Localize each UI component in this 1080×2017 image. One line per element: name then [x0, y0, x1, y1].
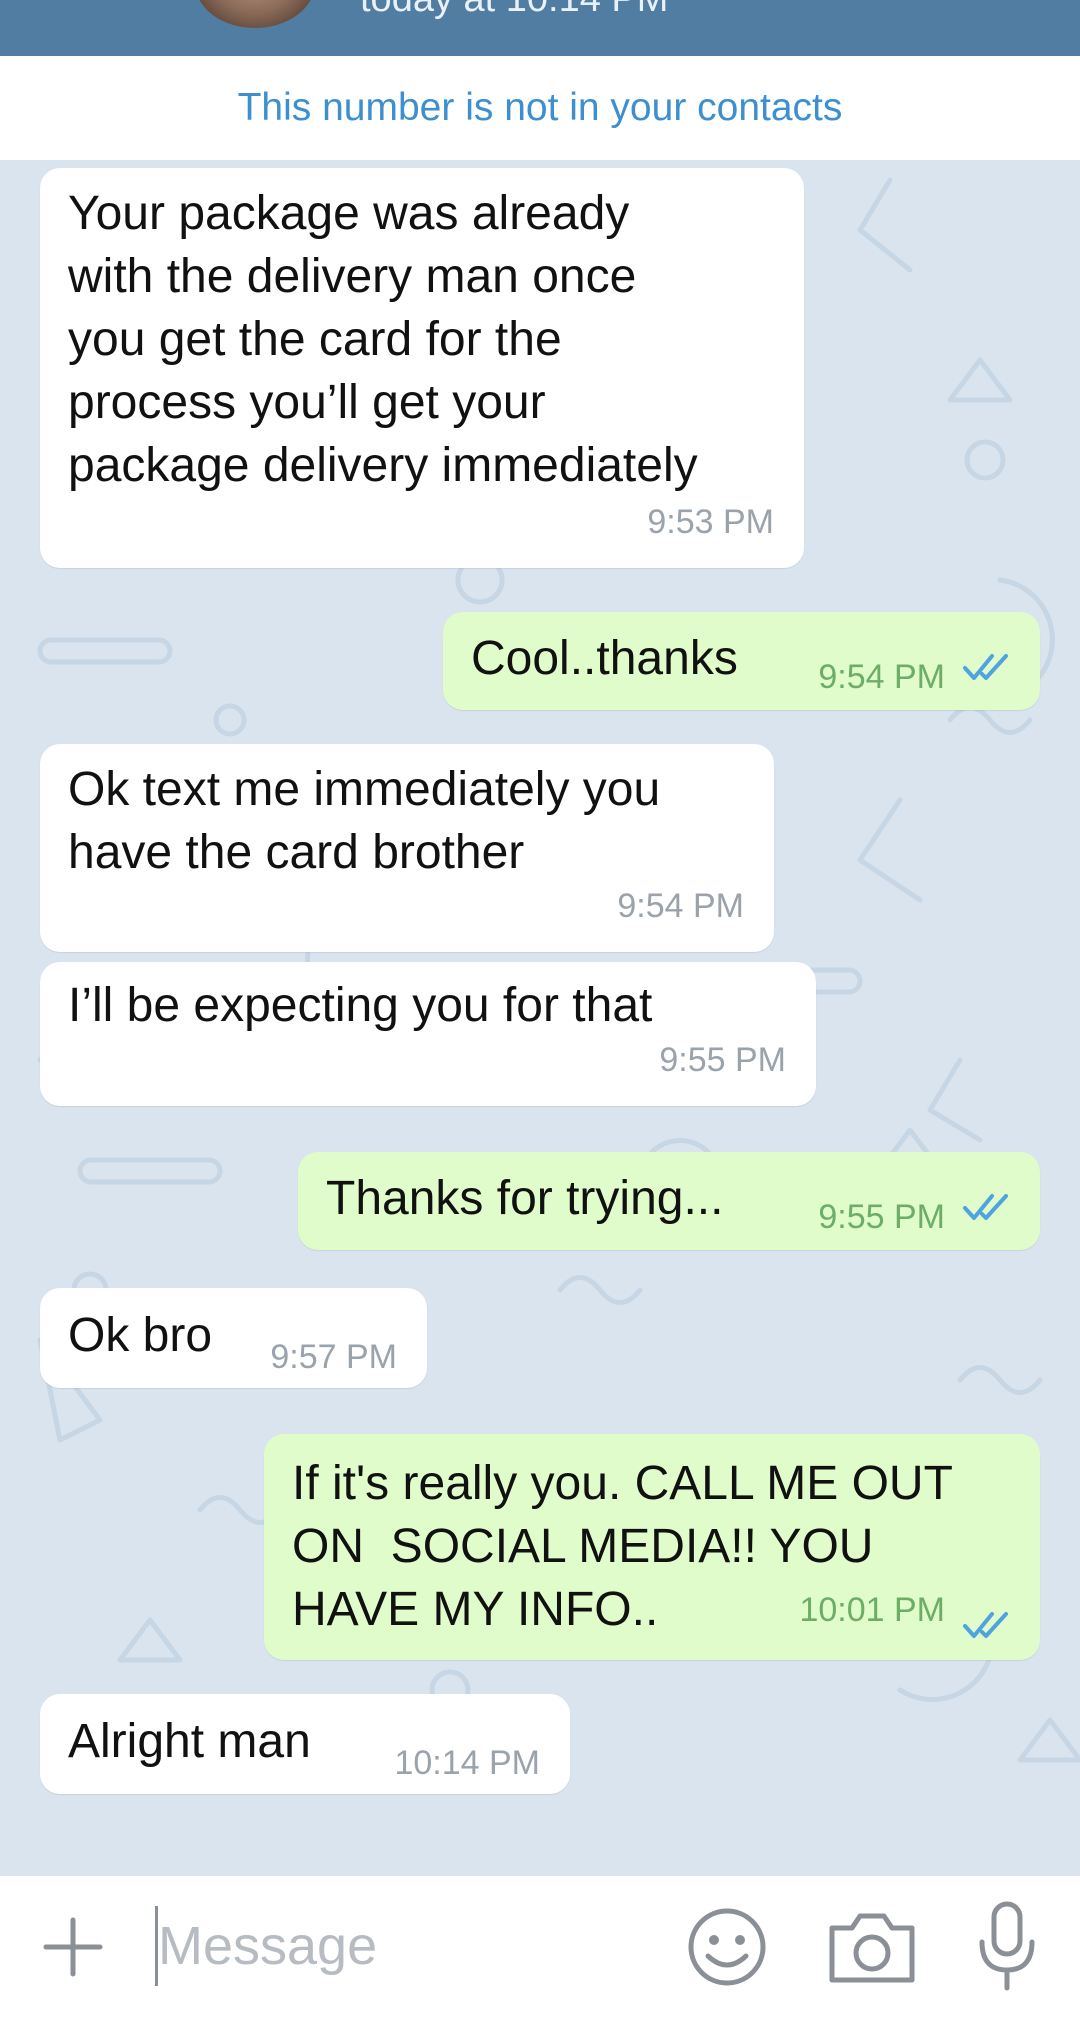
- message-text: Cool..thanks: [471, 632, 738, 685]
- incoming-message[interactable]: Ok text me immediately you have the card…: [40, 744, 774, 952]
- message-text: Alright man: [68, 1715, 311, 1768]
- camera-icon[interactable]: [824, 1904, 920, 1990]
- message-text: Ok text me immediately you have the card…: [68, 763, 661, 879]
- message-list[interactable]: Your package was already with the delive…: [0, 160, 1080, 1875]
- chat-header[interactable]: today at 10:14 PM: [0, 0, 1080, 56]
- message-text: I’ll be expecting you for that: [68, 979, 653, 1032]
- double-check-icon: [963, 1612, 1008, 1638]
- plus-icon[interactable]: [38, 1912, 108, 1982]
- incoming-message[interactable]: Alright man 10:14 PM: [40, 1694, 570, 1794]
- not-in-contacts-text: This number is not in your contacts: [237, 86, 843, 129]
- message-time: 9:55 PM: [659, 1041, 786, 1079]
- outgoing-message[interactable]: If it's really you. CALL ME OUT ON SOCIA…: [264, 1434, 1040, 1660]
- incoming-message[interactable]: I’ll be expecting you for that 9:55 PM: [40, 962, 816, 1106]
- message-text: Thanks for trying...: [326, 1172, 724, 1225]
- message-time: 9:54 PM: [818, 658, 945, 696]
- message-text: Your package was already with the delive…: [68, 187, 698, 492]
- message-time: 9:54 PM: [617, 887, 744, 925]
- message-time: 9:57 PM: [270, 1338, 397, 1376]
- message-time: 9:53 PM: [647, 503, 774, 541]
- message-input-bar: [0, 1875, 1080, 2017]
- incoming-message[interactable]: Ok bro 9:57 PM: [40, 1288, 427, 1388]
- message-input[interactable]: [152, 1908, 678, 1984]
- contact-avatar[interactable]: [195, 0, 315, 28]
- last-seen-status: today at 10:14 PM: [360, 0, 668, 21]
- microphone-icon[interactable]: [972, 1898, 1042, 1994]
- outgoing-message[interactable]: Cool..thanks 9:54 PM: [443, 612, 1040, 710]
- message-time: 9:55 PM: [818, 1198, 945, 1236]
- smiley-icon[interactable]: [684, 1904, 770, 1990]
- not-in-contacts-banner[interactable]: This number is not in your contacts: [0, 56, 1080, 161]
- message-time: 10:14 PM: [394, 1744, 540, 1782]
- text-cursor: [155, 1906, 158, 1986]
- message-time: 10:01 PM: [799, 1591, 945, 1629]
- message-text: Ok bro: [68, 1309, 213, 1362]
- incoming-message[interactable]: Your package was already with the delive…: [40, 168, 804, 568]
- double-check-icon: [963, 654, 1008, 680]
- double-check-icon: [963, 1194, 1008, 1220]
- outgoing-message[interactable]: Thanks for trying... 9:55 PM: [298, 1152, 1040, 1250]
